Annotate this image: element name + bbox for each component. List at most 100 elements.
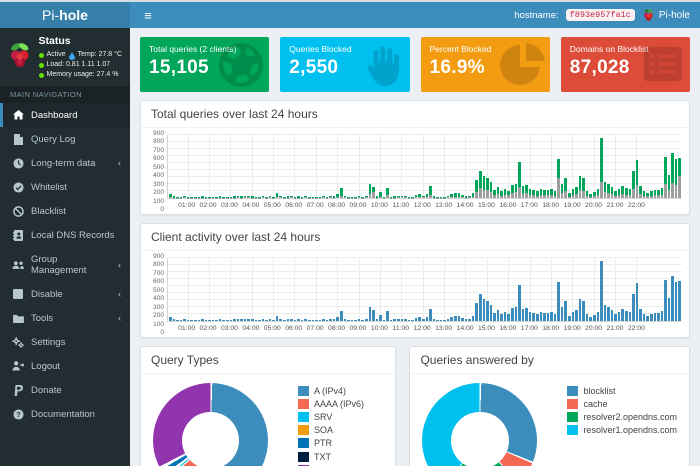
bar[interactable] (312, 258, 315, 321)
legend-item[interactable]: blocklist (567, 384, 677, 397)
bar[interactable] (176, 135, 179, 198)
bar[interactable] (265, 135, 268, 198)
bar[interactable] (386, 135, 389, 198)
bar[interactable] (401, 135, 404, 198)
bar[interactable] (379, 135, 382, 198)
plot-area[interactable] (167, 135, 681, 199)
bar[interactable] (440, 135, 443, 198)
bar[interactable] (401, 258, 404, 321)
bar[interactable] (436, 258, 439, 321)
bar[interactable] (589, 258, 592, 321)
bar[interactable] (429, 135, 432, 198)
bar[interactable] (646, 258, 649, 321)
bar[interactable] (454, 135, 457, 198)
sidebar-item-donate[interactable]: Donate (0, 378, 130, 402)
bar[interactable] (671, 135, 674, 198)
legend-item[interactable]: cache (567, 397, 677, 410)
bar[interactable] (579, 258, 582, 321)
bar[interactable] (515, 135, 518, 198)
bar[interactable] (479, 135, 482, 198)
bar[interactable] (393, 135, 396, 198)
bar[interactable] (604, 135, 607, 198)
bar[interactable] (180, 135, 183, 198)
bar[interactable] (258, 258, 261, 321)
bar[interactable] (326, 258, 329, 321)
bar[interactable] (668, 258, 671, 321)
bar[interactable] (287, 258, 290, 321)
bar[interactable] (408, 258, 411, 321)
bar[interactable] (347, 258, 350, 321)
bar[interactable] (208, 258, 211, 321)
bar[interactable] (547, 258, 550, 321)
bar[interactable] (301, 258, 304, 321)
bar[interactable] (205, 258, 208, 321)
bar[interactable] (479, 258, 482, 321)
bar[interactable] (621, 135, 624, 198)
bar[interactable] (536, 135, 539, 198)
bar[interactable] (237, 258, 240, 321)
bar[interactable] (661, 258, 664, 321)
bar[interactable] (297, 258, 300, 321)
bar[interactable] (422, 258, 425, 321)
bar[interactable] (618, 258, 621, 321)
bar[interactable] (636, 135, 639, 198)
bar[interactable] (390, 258, 393, 321)
bar[interactable] (664, 258, 667, 321)
bar[interactable] (247, 258, 250, 321)
bar[interactable] (618, 135, 621, 198)
sidebar-item-documentation[interactable]: ?Documentation (0, 402, 130, 426)
bar[interactable] (597, 135, 600, 198)
bar[interactable] (440, 258, 443, 321)
sidebar-item-local-dns-records[interactable]: Local DNS Records (0, 223, 130, 247)
bar[interactable] (190, 258, 193, 321)
bar[interactable] (237, 135, 240, 198)
bar[interactable] (408, 135, 411, 198)
bar[interactable] (180, 258, 183, 321)
bar[interactable] (443, 258, 446, 321)
bar[interactable] (329, 258, 332, 321)
bar[interactable] (415, 258, 418, 321)
sidebar-item-group-management[interactable]: Group Management‹ (0, 247, 130, 282)
bar[interactable] (600, 135, 603, 198)
bar[interactable] (511, 135, 514, 198)
bar[interactable] (561, 135, 564, 198)
bar[interactable] (198, 258, 201, 321)
legend-item[interactable]: resolver1.opendns.com (567, 424, 677, 437)
bar[interactable] (219, 258, 222, 321)
bar[interactable] (678, 135, 681, 198)
bar[interactable] (322, 258, 325, 321)
bar[interactable] (500, 258, 503, 321)
bar[interactable] (269, 135, 272, 198)
bar[interactable] (418, 135, 421, 198)
bar[interactable] (361, 135, 364, 198)
bar[interactable] (525, 258, 528, 321)
bar[interactable] (607, 135, 610, 198)
sidebar-item-query-log[interactable]: Query Log (0, 127, 130, 151)
stat-card-percent-blocked[interactable]: Percent Blocked 16.9% (421, 37, 550, 92)
bar[interactable] (611, 135, 614, 198)
bar[interactable] (358, 258, 361, 321)
bar[interactable] (222, 135, 225, 198)
bar[interactable] (372, 258, 375, 321)
bar[interactable] (504, 135, 507, 198)
bar[interactable] (429, 258, 432, 321)
bar[interactable] (358, 135, 361, 198)
bar[interactable] (233, 258, 236, 321)
bar[interactable] (219, 135, 222, 198)
bar[interactable] (276, 258, 279, 321)
bar[interactable] (251, 135, 254, 198)
bar[interactable] (269, 258, 272, 321)
bar[interactable] (208, 135, 211, 198)
bar[interactable] (397, 135, 400, 198)
bar[interactable] (201, 258, 204, 321)
bar[interactable] (529, 258, 532, 321)
sidebar-item-disable[interactable]: Disable‹ (0, 282, 130, 306)
bar[interactable] (279, 135, 282, 198)
bar[interactable] (468, 135, 471, 198)
bar[interactable] (436, 135, 439, 198)
bar[interactable] (564, 258, 567, 321)
bar[interactable] (176, 258, 179, 321)
bar[interactable] (582, 258, 585, 321)
sidebar-item-whitelist[interactable]: Whitelist (0, 175, 130, 199)
bar[interactable] (572, 258, 575, 321)
